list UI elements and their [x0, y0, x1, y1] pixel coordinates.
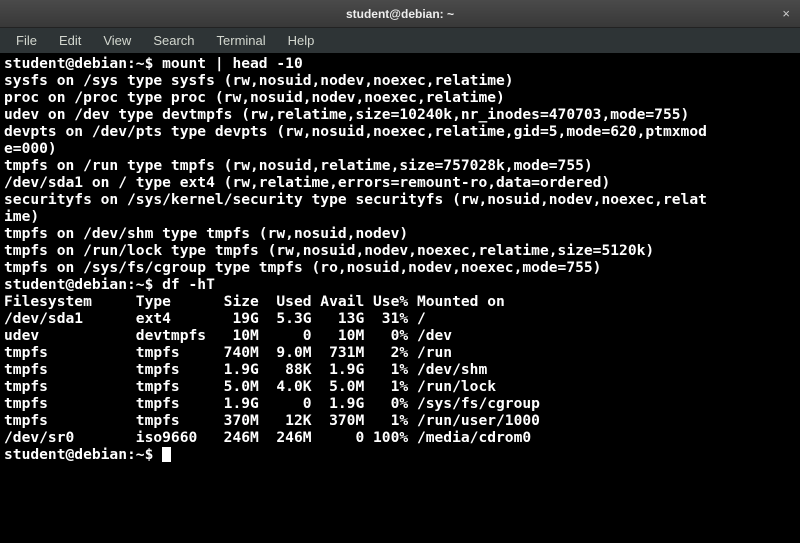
window-titlebar: student@debian: ~ × [0, 0, 800, 28]
menubar: File Edit View Search Terminal Help [0, 28, 800, 53]
terminal-body[interactable]: student@debian:~$ mount | head -10 sysfs… [0, 53, 800, 543]
menu-search[interactable]: Search [143, 31, 204, 50]
menu-terminal[interactable]: Terminal [207, 31, 276, 50]
menu-view[interactable]: View [93, 31, 141, 50]
cursor [162, 447, 171, 462]
window-title: student@debian: ~ [346, 7, 454, 21]
menu-help[interactable]: Help [278, 31, 325, 50]
menu-file[interactable]: File [6, 31, 47, 50]
menu-edit[interactable]: Edit [49, 31, 91, 50]
close-icon[interactable]: × [782, 6, 790, 21]
